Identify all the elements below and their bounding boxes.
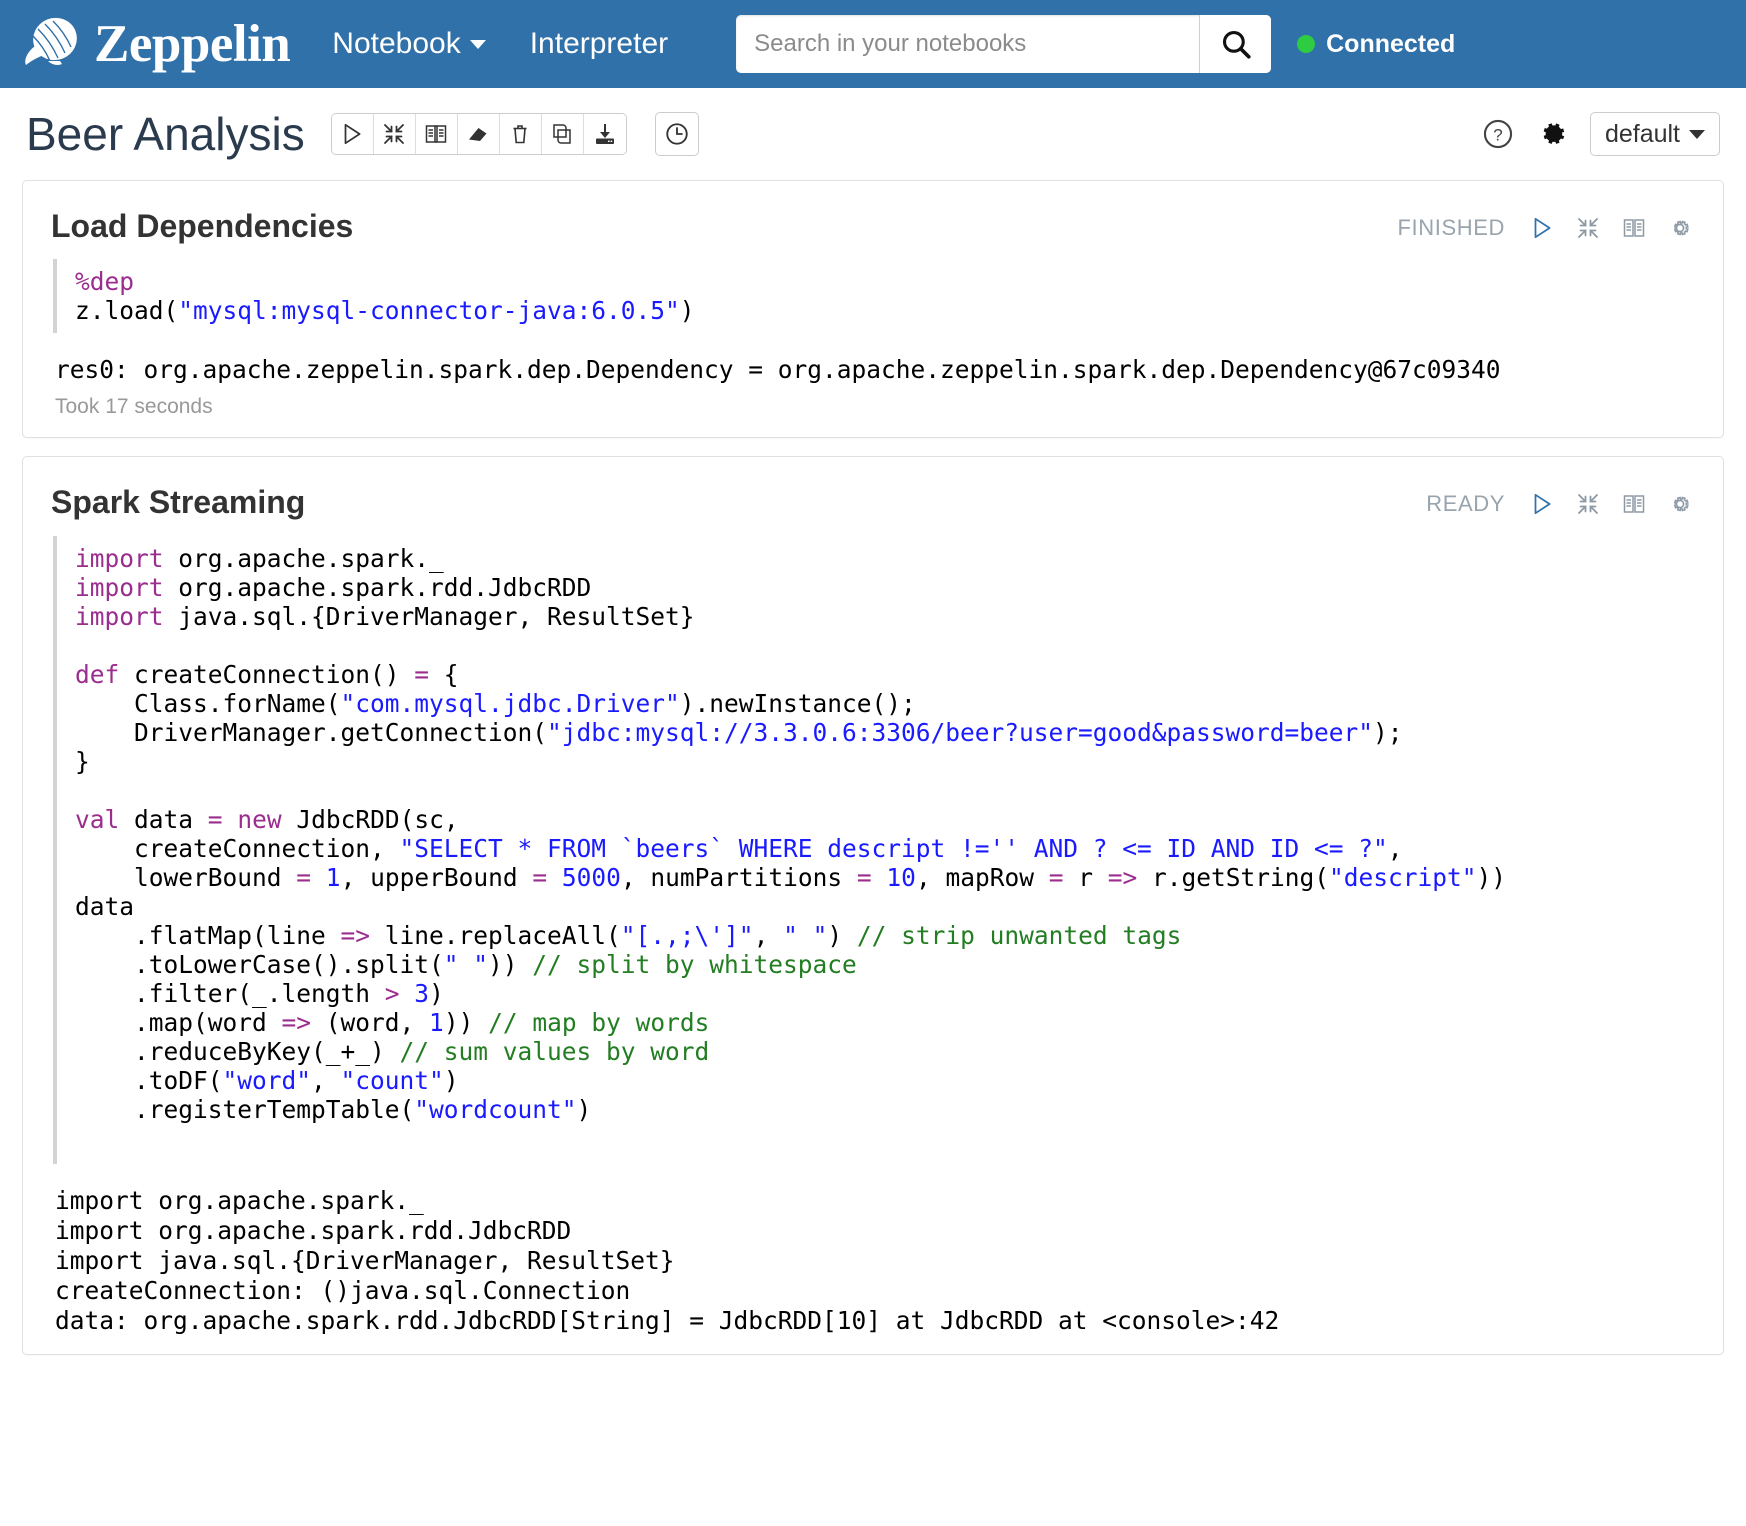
connection-status: Connected — [1297, 30, 1455, 59]
page-title[interactable]: Beer Analysis — [26, 107, 305, 161]
chevron-down-icon — [1689, 129, 1705, 139]
paragraph-settings-button[interactable] — [1665, 213, 1695, 243]
connection-status-label: Connected — [1326, 29, 1456, 58]
trash-icon — [513, 125, 527, 144]
brand-name: Zeppelin — [94, 14, 291, 73]
play-icon — [1534, 494, 1551, 515]
toggle-output-button[interactable] — [1619, 213, 1649, 243]
brand[interactable]: Zeppelin — [22, 14, 291, 73]
execution-time: Took 17 seconds — [55, 395, 213, 419]
run-all-paragraphs-button[interactable] — [331, 114, 374, 154]
interpreter-binding-value: default — [1604, 119, 1680, 148]
output-line: data: org.apache.spark.rdd.JdbcRDD[Strin… — [55, 1305, 1280, 1335]
gear-icon — [1543, 123, 1565, 144]
question-circle-icon: ? — [1483, 119, 1513, 149]
book-icon — [425, 125, 447, 143]
search-icon — [1222, 30, 1251, 59]
play-icon — [1534, 217, 1551, 239]
interpreter-binding-select[interactable]: default — [1589, 112, 1720, 156]
top-navbar: Zeppelin Notebook Interpreter Connected — [0, 0, 1746, 88]
notebook-body: Load Dependencies FINISHED %dep z.load("… — [0, 180, 1746, 1395]
gear-icon — [1673, 220, 1689, 236]
code-editor[interactable]: %dep z.load("mysql:mysql-connector-java:… — [53, 259, 1695, 334]
download-icon — [595, 124, 614, 144]
notebook-header-right: ? default — [1480, 112, 1720, 156]
paragraph-spark-streaming[interactable]: Spark Streaming READY import org.apache.… — [22, 456, 1724, 1355]
remove-notebook-button[interactable] — [499, 114, 542, 154]
paragraph-controls: READY — [1426, 483, 1695, 519]
search-box — [736, 15, 1272, 73]
notebook-toolbar — [330, 113, 627, 155]
clone-notebook-button[interactable] — [541, 114, 584, 154]
nav-links: Notebook Interpreter — [332, 27, 668, 61]
paragraph-settings-button[interactable] — [1665, 489, 1695, 519]
paragraph-title[interactable]: Load Dependencies — [51, 207, 353, 245]
status-dot-icon — [1297, 35, 1316, 53]
zeppelin-airship-icon — [25, 17, 77, 65]
code-editor[interactable]: import org.apache.spark._ import org.apa… — [53, 535, 1695, 1164]
eraser-icon — [469, 128, 487, 141]
run-scheduler-button[interactable] — [654, 112, 699, 156]
clock-icon — [666, 123, 688, 145]
gear-icon — [1673, 496, 1689, 512]
toggle-editor-button[interactable] — [1573, 213, 1603, 243]
export-notebook-button[interactable] — [583, 114, 626, 154]
nav-item-notebook-label: Notebook — [332, 27, 461, 60]
paragraph-header: Spark Streaming READY — [51, 483, 1695, 521]
paragraph-header: Load Dependencies FINISHED — [51, 207, 1695, 245]
nav-item-notebook[interactable]: Notebook — [332, 27, 486, 61]
collapse-arrows-icon — [384, 124, 405, 144]
output-line: createConnection: ()java.sql.Connection — [55, 1275, 631, 1305]
notebook-header: Beer Analysis ? default — [0, 88, 1746, 180]
nav-item-interpreter-label: Interpreter — [529, 27, 669, 60]
run-paragraph-button[interactable] — [1527, 213, 1557, 243]
toggle-editor-button[interactable] — [1573, 489, 1603, 519]
paragraph-controls: FINISHED — [1398, 207, 1695, 243]
nav-item-interpreter[interactable]: Interpreter — [530, 27, 668, 61]
paragraph-output: res0: org.apache.zeppelin.spark.dep.Depe… — [55, 355, 1501, 385]
status-badge: READY — [1426, 491, 1505, 517]
paragraph-title[interactable]: Spark Streaming — [51, 483, 305, 521]
search-input[interactable] — [736, 15, 1200, 73]
svg-text:?: ? — [1493, 126, 1502, 145]
search-button[interactable] — [1199, 15, 1272, 73]
copy-icon — [553, 124, 571, 144]
help-button[interactable]: ? — [1480, 116, 1516, 152]
book-icon — [1623, 495, 1645, 514]
output-line: import org.apache.spark._ — [55, 1185, 424, 1215]
collapse-arrows-icon — [1578, 218, 1598, 238]
toggle-output-button[interactable] — [1619, 489, 1649, 519]
paragraph-load-dependencies[interactable]: Load Dependencies FINISHED %dep z.load("… — [22, 180, 1724, 439]
book-icon — [1623, 219, 1645, 237]
notebook-settings-button[interactable] — [1536, 117, 1570, 151]
play-icon — [344, 123, 361, 145]
chevron-down-icon — [469, 39, 486, 49]
output-line: import org.apache.spark.rdd.JdbcRDD — [55, 1215, 572, 1245]
run-paragraph-button[interactable] — [1527, 489, 1557, 519]
status-badge: FINISHED — [1397, 215, 1505, 240]
paragraph-output: import org.apache.spark._ import org.apa… — [55, 1186, 1695, 1336]
toggle-all-output-button[interactable] — [415, 114, 458, 154]
clear-all-output-button[interactable] — [457, 114, 500, 154]
collapse-arrows-icon — [1578, 494, 1598, 515]
output-line: import java.sql.{DriverManager, ResultSe… — [55, 1245, 675, 1275]
toggle-all-editors-button[interactable] — [373, 114, 416, 154]
